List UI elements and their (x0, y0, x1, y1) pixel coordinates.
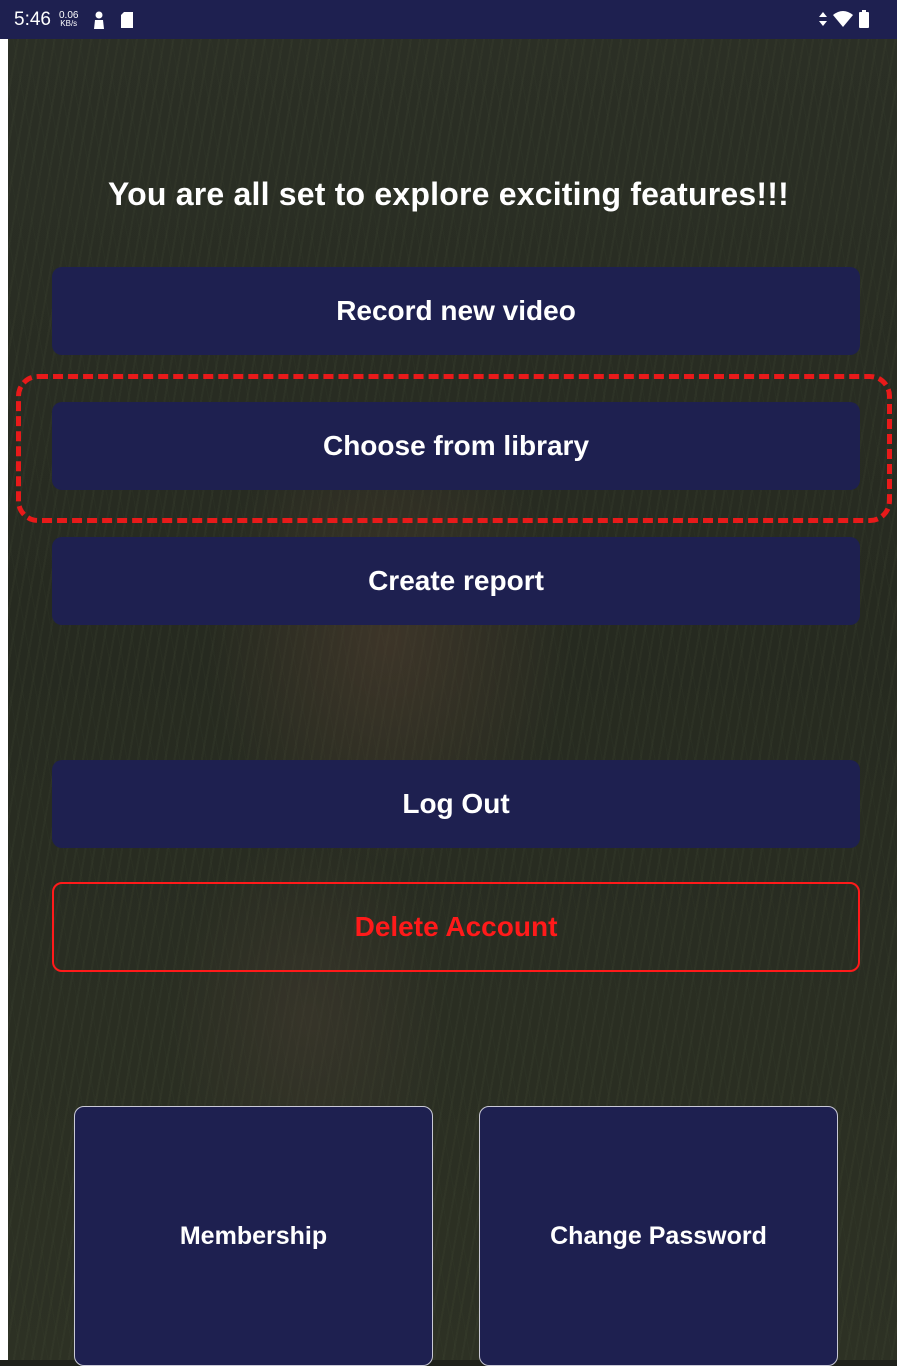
page-title: You are all set to explore exciting feat… (108, 176, 789, 212)
log-out-button[interactable]: Log Out (52, 760, 860, 848)
sd-card-icon (120, 11, 134, 29)
change-password-tile[interactable]: Change Password (479, 1106, 838, 1366)
status-bar: 5:46 0.06 KB/s (0, 0, 897, 39)
battery-icon (859, 10, 869, 33)
membership-tile[interactable]: Membership (74, 1106, 433, 1366)
network-speed: 0.06 KB/s (59, 10, 78, 28)
wifi-icon (833, 11, 853, 32)
data-arrows-icon (819, 12, 827, 31)
choose-from-library-button[interactable]: Choose from library (52, 402, 860, 490)
person-icon (92, 11, 106, 29)
record-new-video-button[interactable]: Record new video (52, 267, 860, 355)
screen-edge (0, 39, 8, 1360)
status-time: 5:46 (14, 8, 51, 30)
network-speed-unit: KB/s (60, 18, 78, 28)
delete-account-button[interactable]: Delete Account (52, 882, 860, 972)
create-report-button[interactable]: Create report (52, 537, 860, 625)
